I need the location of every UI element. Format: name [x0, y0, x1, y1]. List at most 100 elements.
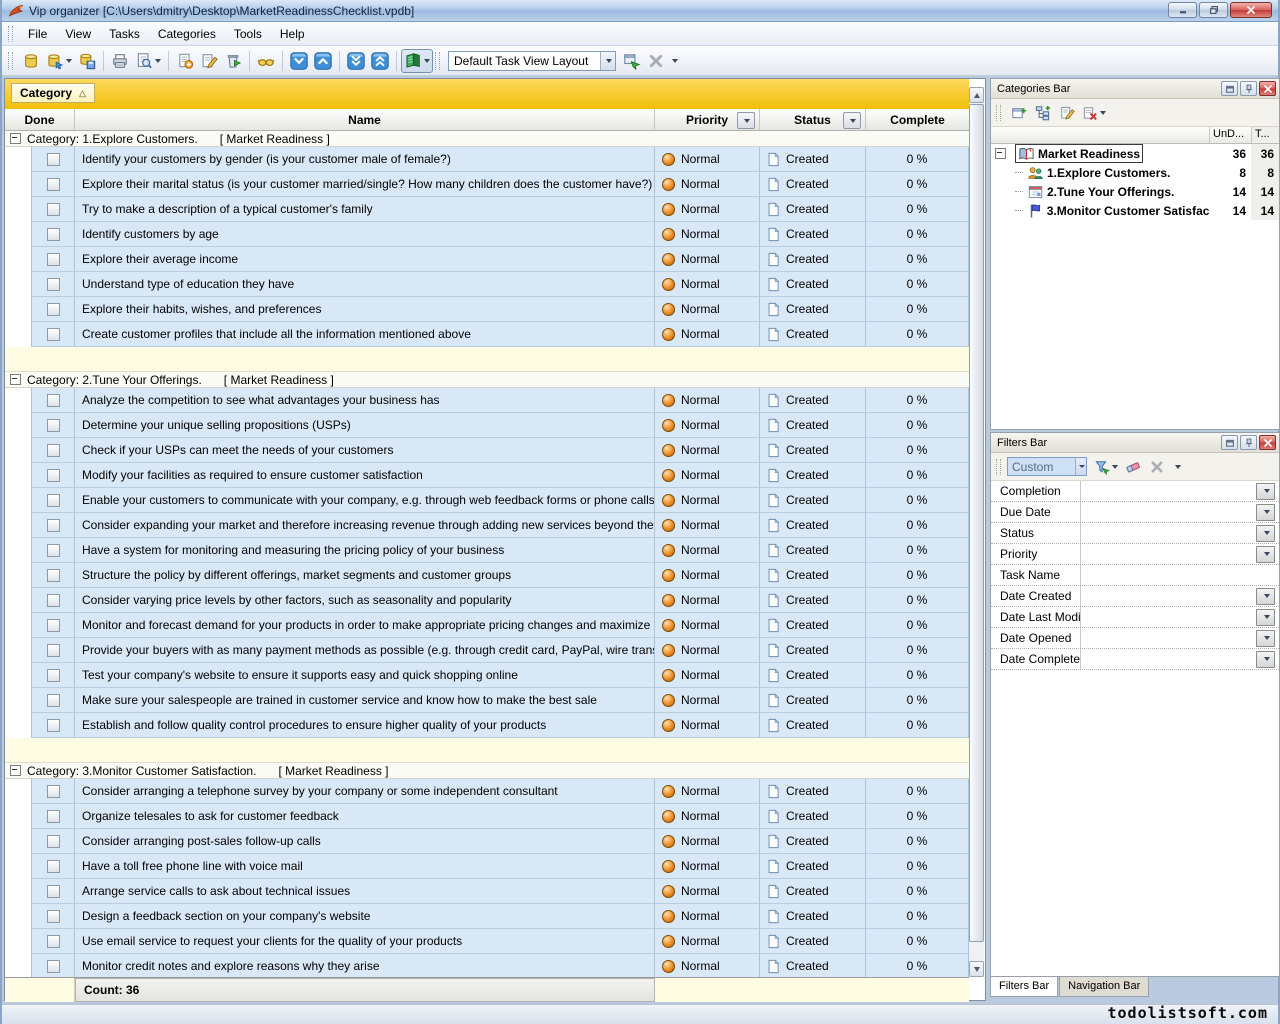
menu-view[interactable]: View: [56, 24, 100, 44]
category-item[interactable]: 1.Explore Customers.88: [991, 163, 1279, 182]
apply-filter-button[interactable]: [1091, 456, 1121, 478]
task-row[interactable]: Consider arranging post-sales follow-up …: [5, 829, 969, 854]
move-to-top-button[interactable]: [368, 49, 392, 73]
task-row[interactable]: Explore their habits, wishes, and prefer…: [5, 297, 969, 322]
filter-dropdown-button[interactable]: [1256, 525, 1275, 542]
category-item[interactable]: 2.Tune Your Offerings.1414: [991, 182, 1279, 201]
task-checkbox[interactable]: [47, 810, 60, 823]
layout-toolbar-grip[interactable]: [435, 52, 440, 70]
task-row[interactable]: Organize telesales to ask for customer f…: [5, 804, 969, 829]
task-checkbox[interactable]: [47, 253, 60, 266]
task-checkbox[interactable]: [47, 153, 60, 166]
task-checkbox[interactable]: [47, 885, 60, 898]
task-row[interactable]: Create customer profiles that include al…: [5, 322, 969, 347]
menu-tasks[interactable]: Tasks: [100, 24, 149, 44]
new-category-button[interactable]: [1007, 102, 1031, 124]
scroll-up-button[interactable]: [969, 87, 984, 103]
filter-dropdown-button[interactable]: [1256, 651, 1275, 668]
save-database-button[interactable]: [75, 49, 99, 73]
task-checkbox[interactable]: [47, 719, 60, 732]
toolbar-grip[interactable]: [8, 52, 13, 70]
task-row[interactable]: Explore their average incomeNormalCreate…: [5, 247, 969, 272]
task-checkbox[interactable]: [47, 519, 60, 532]
task-row[interactable]: Identify your customers by gender (is yo…: [5, 147, 969, 172]
move-to-bottom-button[interactable]: [344, 49, 368, 73]
filters-pin-button[interactable]: [1240, 435, 1257, 450]
group-header-row[interactable]: Category: 2.Tune Your Offerings.[ Market…: [5, 372, 969, 388]
task-checkbox[interactable]: [47, 278, 60, 291]
delete-filter-button[interactable]: [1145, 456, 1169, 478]
task-notes-button[interactable]: [401, 49, 433, 73]
task-checkbox[interactable]: [47, 835, 60, 848]
task-row[interactable]: Explore their marital status (is your cu…: [5, 172, 969, 197]
task-checkbox[interactable]: [47, 303, 60, 316]
task-checkbox[interactable]: [47, 619, 60, 632]
column-header-priority[interactable]: Priority: [655, 109, 760, 130]
tree-column-undone[interactable]: UnD...: [1209, 127, 1251, 143]
task-row[interactable]: Monitor and forecast demand for your pro…: [5, 613, 969, 638]
task-row[interactable]: Enable your customers to communicate wit…: [5, 488, 969, 513]
task-row[interactable]: Check if your USPs can meet the needs of…: [5, 438, 969, 463]
filter-dropdown-button[interactable]: [1256, 504, 1275, 521]
task-row[interactable]: Identify customers by ageNormalCreated0 …: [5, 222, 969, 247]
filter-dropdown-button[interactable]: [1256, 546, 1275, 563]
task-row[interactable]: Establish and follow quality control pro…: [5, 713, 969, 738]
new-database-button[interactable]: [19, 49, 43, 73]
task-row[interactable]: Consider expanding your market and there…: [5, 513, 969, 538]
task-checkbox[interactable]: [47, 394, 60, 407]
task-row[interactable]: Design a feedback section on your compan…: [5, 904, 969, 929]
clear-filter-button[interactable]: [1121, 456, 1145, 478]
status-filter-button[interactable]: [843, 112, 861, 129]
filters-close-button[interactable]: [1259, 435, 1276, 450]
tab-filters-bar[interactable]: Filters Bar: [990, 977, 1058, 997]
task-row[interactable]: Arrange service calls to ask about techn…: [5, 879, 969, 904]
scroll-down-button[interactable]: [969, 961, 984, 977]
categories-pin-button[interactable]: [1240, 81, 1257, 96]
categories-float-button[interactable]: [1221, 81, 1238, 96]
categories-close-button[interactable]: [1259, 81, 1276, 96]
collapse-tree-icon[interactable]: [995, 148, 1006, 159]
toolbar-overflow-caret[interactable]: [672, 59, 678, 63]
task-checkbox[interactable]: [47, 569, 60, 582]
task-checkbox[interactable]: [47, 469, 60, 482]
filters-float-button[interactable]: [1221, 435, 1238, 450]
menu-categories[interactable]: Categories: [149, 24, 225, 44]
close-button[interactable]: [1230, 2, 1272, 18]
task-checkbox[interactable]: [47, 960, 60, 973]
apply-layout-button[interactable]: [620, 49, 644, 73]
task-row[interactable]: Monitor credit notes and explore reasons…: [5, 954, 969, 977]
tab-navigation-bar[interactable]: Navigation Bar: [1059, 977, 1149, 997]
filter-dropdown-button[interactable]: [1256, 483, 1275, 500]
task-row[interactable]: Use email service to request your client…: [5, 929, 969, 954]
vertical-scrollbar[interactable]: [969, 87, 984, 977]
task-row[interactable]: Consider varying price levels by other f…: [5, 588, 969, 613]
find-tasks-button[interactable]: [254, 49, 278, 73]
task-row[interactable]: Test your company's website to ensure it…: [5, 663, 969, 688]
move-up-button[interactable]: [311, 49, 335, 73]
task-checkbox[interactable]: [47, 594, 60, 607]
task-checkbox[interactable]: [47, 694, 60, 707]
task-checkbox[interactable]: [47, 444, 60, 457]
task-row[interactable]: Try to make a description of a typical c…: [5, 197, 969, 222]
layout-combo-dropdown[interactable]: [600, 52, 615, 70]
task-checkbox[interactable]: [47, 785, 60, 798]
column-header-status[interactable]: Status: [760, 109, 866, 130]
task-row[interactable]: Structure the policy by different offeri…: [5, 563, 969, 588]
category-item[interactable]: Market Readiness3636: [991, 144, 1279, 163]
filter-preset-dropdown[interactable]: [1075, 458, 1086, 475]
task-row[interactable]: Analyze the competition to see what adva…: [5, 388, 969, 413]
filter-dropdown-button[interactable]: [1256, 630, 1275, 647]
task-checkbox[interactable]: [47, 228, 60, 241]
task-checkbox[interactable]: [47, 203, 60, 216]
task-checkbox[interactable]: [47, 328, 60, 341]
filter-dropdown-button[interactable]: [1256, 588, 1275, 605]
print-preview-button[interactable]: [132, 49, 164, 73]
menu-help[interactable]: Help: [271, 24, 314, 44]
task-row[interactable]: Consider arranging a telephone survey by…: [5, 779, 969, 804]
restore-button[interactable]: [1199, 2, 1228, 18]
task-checkbox[interactable]: [47, 419, 60, 432]
task-checkbox[interactable]: [47, 860, 60, 873]
column-header-complete[interactable]: Complete: [866, 109, 969, 130]
filter-dropdown-button[interactable]: [1256, 609, 1275, 626]
column-header-name[interactable]: Name: [75, 109, 655, 130]
